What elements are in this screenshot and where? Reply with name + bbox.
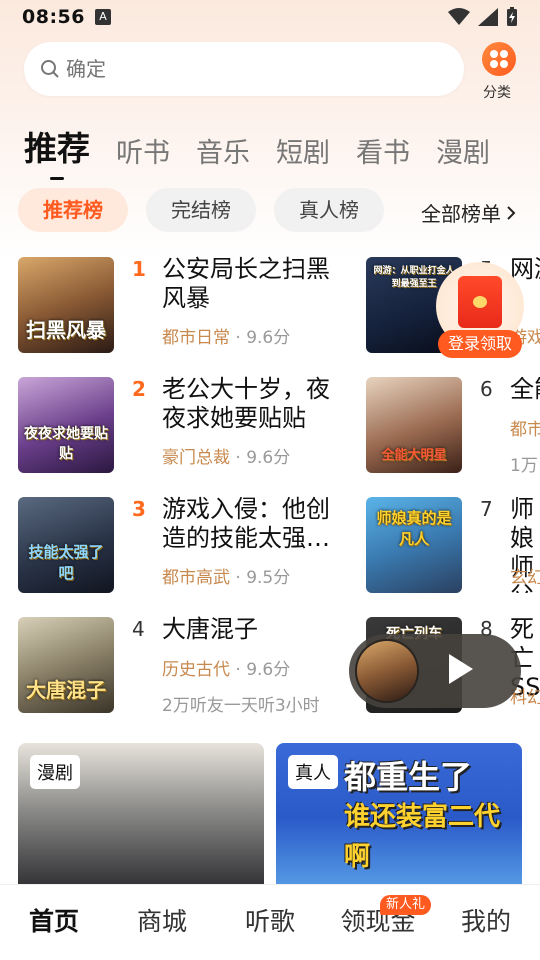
- book-title: 大唐混子: [162, 615, 258, 643]
- nav-cash[interactable]: 领现金 新人礼: [324, 885, 432, 960]
- book-meta: 都市: [510, 420, 540, 440]
- nav-store[interactable]: 商城: [108, 885, 216, 960]
- category-icon: [482, 42, 516, 76]
- listener-stat: 1万: [510, 456, 538, 473]
- rank-number: 1: [132, 257, 146, 281]
- tab-read[interactable]: 看书: [356, 131, 410, 170]
- book-title: 游戏入侵：他创造的技能太强…: [162, 495, 330, 552]
- list-item[interactable]: 大唐混子 4 大唐混子 历史古代 · 9.6分 2万听友一天听3小时: [18, 615, 348, 716]
- login-reward-promo[interactable]: 登录领取: [436, 262, 524, 358]
- book-title: 全能: [510, 377, 540, 403]
- book-meta: 都市日常 · 9.6分: [162, 328, 291, 348]
- banner-tag: 真人: [288, 755, 338, 789]
- book-meta: 玄幻: [510, 568, 540, 588]
- list-item[interactable]: 扫黑风暴 1 公安局长之扫黑风暴 都市日常 · 9.6分: [18, 255, 348, 353]
- banner-comic-drama[interactable]: 漫剧: [18, 743, 264, 893]
- banner-live-action[interactable]: 真人 都重生了 谁还装富二代啊: [276, 743, 522, 893]
- chip-finished-rank[interactable]: 完结榜: [146, 188, 256, 232]
- notification-icon: A: [94, 9, 111, 25]
- book-meta: 历史古代 · 9.6分: [162, 660, 291, 680]
- battery-icon: [507, 7, 517, 26]
- book-cover: 师娘真的是凡人: [366, 497, 462, 593]
- nav-home[interactable]: 首页: [0, 885, 108, 960]
- banner-tag: 漫剧: [30, 755, 80, 789]
- rank-number: 6: [480, 377, 493, 401]
- listener-stat: 2万听友一天听3小时: [162, 696, 320, 716]
- chip-recommend-rank[interactable]: 推荐榜: [18, 188, 128, 232]
- tab-music[interactable]: 音乐: [196, 131, 250, 170]
- rank-number: 3: [132, 497, 146, 521]
- category-button[interactable]: 分类: [482, 42, 516, 102]
- book-cover: 夜夜求她要贴贴: [18, 377, 114, 473]
- rank-number: 2: [132, 377, 146, 401]
- category-label: 分类: [483, 85, 511, 101]
- play-icon[interactable]: [449, 654, 473, 684]
- tab-comic-drama[interactable]: 漫剧: [436, 131, 490, 170]
- list-item[interactable]: 技能太强了吧 3 游戏入侵：他创造的技能太强… 都市高武 · 9.5分: [18, 495, 348, 593]
- book-meta: 豪门总裁 · 9.6分: [162, 448, 291, 468]
- all-ranks-label: 全部榜单: [421, 202, 501, 226]
- new-user-badge: 新人礼: [380, 895, 432, 915]
- now-playing-cover: [355, 639, 419, 703]
- chevron-right-icon: [507, 205, 516, 220]
- book-cover: 大唐混子: [18, 617, 114, 713]
- nav-me[interactable]: 我的: [432, 885, 540, 960]
- tab-recommend[interactable]: 推荐: [24, 122, 90, 180]
- red-envelope-icon: [458, 276, 502, 328]
- list-item[interactable]: 夜夜求她要贴贴 2 老公大十岁，夜夜求她要贴贴 豪门总裁 · 9.6分: [18, 375, 348, 473]
- book-cover: 技能太强了吧: [18, 497, 114, 593]
- book-cover: 扫黑风暴: [18, 257, 114, 353]
- book-title: 老公大十岁，夜夜求她要贴贴: [162, 375, 330, 432]
- list-item[interactable]: 全能大明星 6 全能 都市 1万: [366, 377, 540, 473]
- signal-icon: [478, 8, 498, 26]
- content-tabs: 推荐 听书 音乐 短剧 看书 漫剧: [24, 122, 490, 180]
- tab-short-drama[interactable]: 短剧: [276, 131, 330, 170]
- book-meta: 都市高武 · 9.5分: [162, 568, 291, 588]
- search-bar[interactable]: [24, 42, 464, 96]
- list-item[interactable]: 师娘真的是凡人 7 师娘师父 玄幻: [366, 497, 540, 593]
- tab-audiobooks[interactable]: 听书: [116, 131, 170, 170]
- wifi-icon: [448, 8, 470, 25]
- bottom-nav: 首页 商城 听歌 领现金 新人礼 我的: [0, 884, 540, 960]
- status-time: 08:56: [22, 6, 85, 28]
- banner-title: 都重生了 谁还装富二代啊: [344, 758, 501, 872]
- login-reward-button[interactable]: 登录领取: [438, 330, 522, 358]
- ranking-chips: 推荐榜 完结榜 真人榜: [18, 188, 384, 232]
- book-cover: 全能大明星: [366, 377, 462, 473]
- rank-number: 4: [132, 617, 145, 641]
- all-ranks-link[interactable]: 全部榜单: [421, 198, 517, 227]
- status-bar: 08:56 A: [0, 0, 540, 34]
- nav-music[interactable]: 听歌: [216, 885, 324, 960]
- chip-human-voice-rank[interactable]: 真人榜: [274, 188, 384, 232]
- mini-player[interactable]: [349, 634, 521, 708]
- book-title: 公安局长之扫黑风暴: [162, 255, 330, 312]
- search-input[interactable]: [66, 57, 426, 81]
- search-icon: [41, 60, 59, 78]
- rank-number: 7: [480, 497, 493, 521]
